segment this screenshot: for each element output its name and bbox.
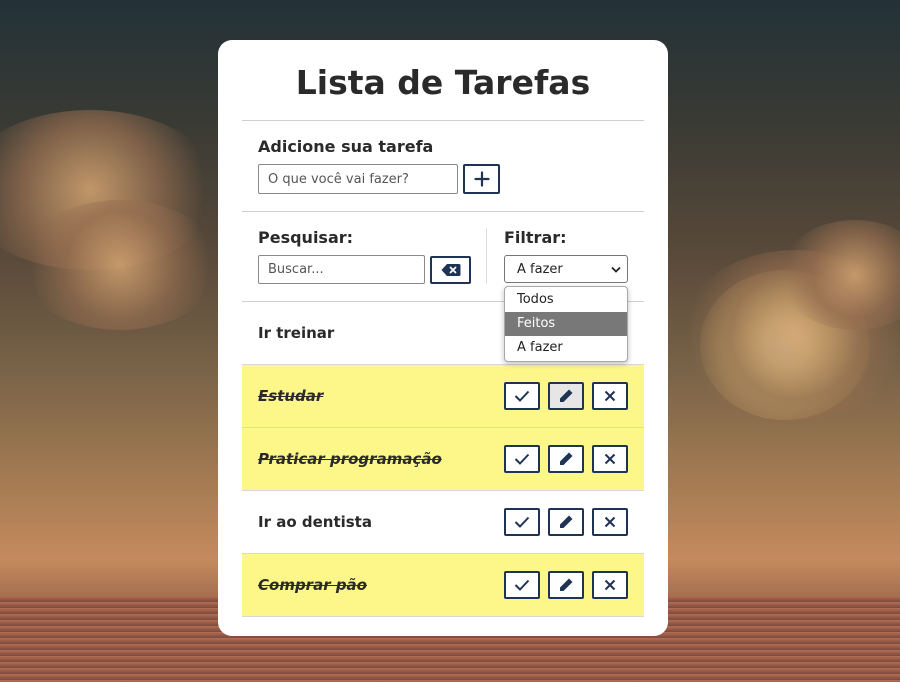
x-icon [604,516,616,528]
todo-item: Praticar programação [242,428,644,491]
finish-todo-button[interactable] [504,508,540,536]
clear-search-button[interactable] [430,255,471,284]
pencil-icon [560,515,573,528]
edit-todo-button[interactable] [548,508,584,536]
pencil-icon [560,578,573,591]
finish-todo-button[interactable] [504,571,540,599]
filter-option-todos[interactable]: Todos [505,288,627,312]
remove-todo-button[interactable] [592,508,628,536]
x-icon [604,390,616,402]
x-icon [604,453,616,465]
todo-text: Praticar programação [258,450,442,468]
check-icon [514,579,530,591]
add-todo-form: Adicione sua tarefa [242,121,644,211]
pencil-icon [560,389,573,402]
filter-label: Filtrar: [504,228,567,247]
filter-option-a-fazer[interactable]: A fazer [505,336,627,360]
todo-item: Comprar pão [242,554,644,617]
check-icon [514,516,530,528]
edit-todo-button[interactable] [548,382,584,410]
add-todo-label: Adicione sua tarefa [258,137,434,156]
todo-text: Estudar [258,387,324,405]
todo-item: Estudar [242,365,644,428]
finish-todo-button[interactable] [504,445,540,473]
todo-text: Comprar pão [258,576,367,594]
x-icon [604,579,616,591]
edit-todo-button[interactable] [548,571,584,599]
todo-text: Ir ao dentista [258,513,372,531]
remove-todo-button[interactable] [592,571,628,599]
todo-text: Ir treinar [258,324,335,342]
todo-card: Lista de Tarefas Adicione sua tarefa Pes… [218,40,668,636]
check-icon [514,390,530,402]
search-section: Pesquisar: [242,228,487,284]
page-title: Lista de Tarefas [295,62,591,102]
search-label: Pesquisar: [258,228,354,247]
chevron-down-icon [611,266,621,273]
filter-selected-value: A fazer [517,261,563,277]
pencil-icon [560,452,573,465]
finish-todo-button[interactable] [504,382,540,410]
search-input[interactable] [258,255,425,284]
cloud-background [20,200,220,330]
todo-item: Ir ao dentista [242,491,644,554]
filter-dropdown-menu: Todos Feitos A fazer [504,286,628,362]
remove-todo-button[interactable] [592,445,628,473]
filter-option-feitos[interactable]: Feitos [505,312,627,336]
check-icon [514,453,530,465]
backspace-icon [441,263,460,276]
todo-input[interactable] [258,164,458,194]
remove-todo-button[interactable] [592,382,628,410]
edit-todo-button[interactable] [548,445,584,473]
plus-icon [473,171,490,187]
add-todo-button[interactable] [463,164,500,194]
filter-select[interactable]: A fazer [504,255,628,283]
